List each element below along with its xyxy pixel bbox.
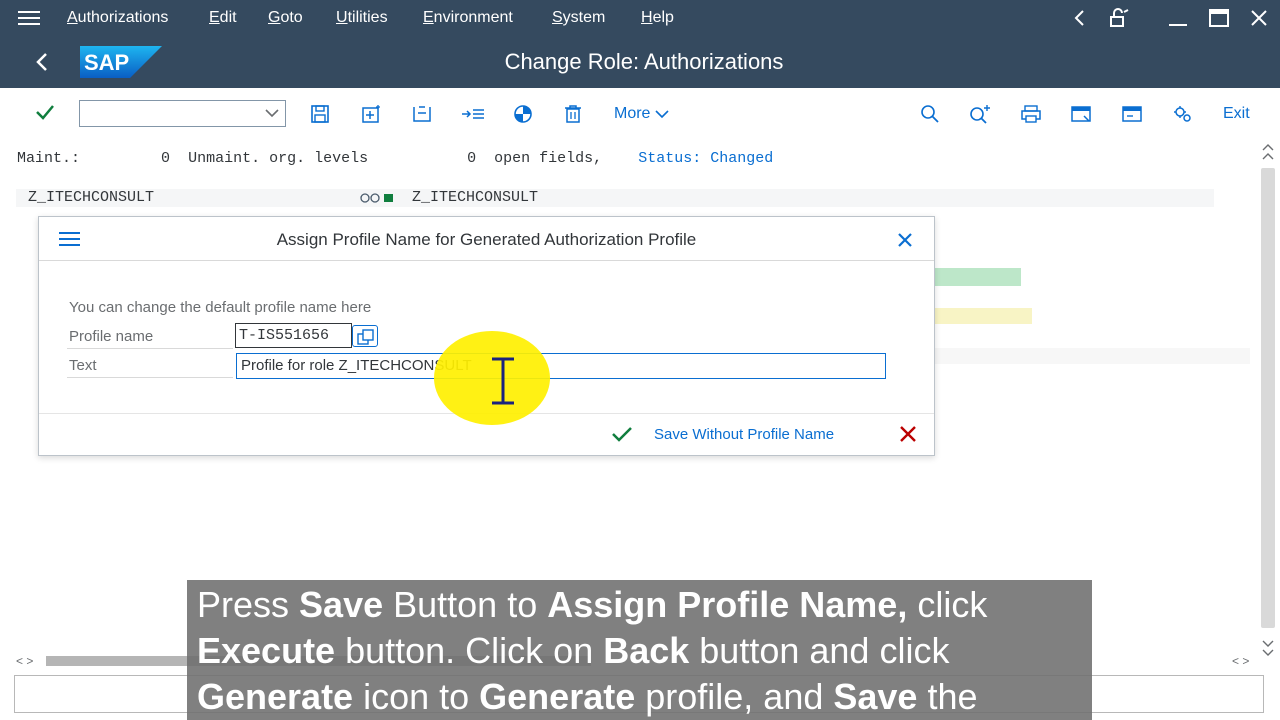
role-name-left[interactable]: Z_ITECHCONSULT bbox=[28, 189, 154, 206]
text-cursor-icon bbox=[489, 356, 517, 406]
search-next-icon[interactable] bbox=[968, 104, 992, 124]
vertical-scrollbar[interactable] bbox=[1257, 142, 1279, 662]
dialog-hint: You can change the default profile name … bbox=[69, 299, 372, 316]
window-new-icon[interactable] bbox=[1121, 104, 1143, 124]
vertical-scroll-thumb[interactable] bbox=[1261, 168, 1275, 628]
caption-segment: icon to bbox=[353, 676, 480, 717]
caption-segment: Back bbox=[603, 630, 690, 671]
settings-icon[interactable] bbox=[1172, 104, 1194, 124]
caption-segment: Save bbox=[299, 584, 384, 625]
maint-label: Maint.: bbox=[17, 150, 81, 167]
command-field[interactable] bbox=[79, 100, 286, 127]
caption-segment: button. Click on bbox=[335, 630, 604, 671]
window-icon[interactable] bbox=[1070, 104, 1092, 124]
caption-segment: click bbox=[907, 584, 988, 625]
more-button[interactable]: More bbox=[614, 105, 669, 123]
menu-bar: Authorizations Edit Goto Utilities Envir… bbox=[0, 0, 1280, 36]
status-line: Maint.: 0 Unmaint. org. levels 0 open fi… bbox=[17, 150, 773, 167]
chevron-down-icon bbox=[655, 110, 669, 118]
print-icon[interactable] bbox=[1020, 104, 1042, 124]
caption-segment: Generate bbox=[479, 676, 636, 717]
open-icon[interactable] bbox=[411, 104, 433, 124]
lock-icon[interactable] bbox=[1109, 8, 1131, 28]
save-without-profile-name-button[interactable]: Save Without Profile Name bbox=[654, 426, 834, 443]
search-icon[interactable] bbox=[919, 104, 941, 124]
label-divider bbox=[67, 377, 233, 378]
caption-segment: Execute bbox=[197, 630, 336, 671]
yellow-status-bar bbox=[934, 308, 1032, 324]
menu-system[interactable]: System bbox=[552, 9, 605, 27]
menu-edit[interactable]: Edit bbox=[209, 9, 237, 27]
menu-environment[interactable]: Environment bbox=[423, 9, 513, 27]
caption-segment: the bbox=[917, 676, 978, 717]
save-as-icon[interactable] bbox=[360, 104, 382, 124]
video-caption: Press Save Button to Assign Profile Name… bbox=[187, 580, 1092, 720]
unmaint-label: Unmaint. org. levels bbox=[188, 150, 369, 167]
caption-segment: Button to bbox=[383, 584, 548, 625]
pie-icon[interactable] bbox=[512, 104, 534, 124]
dialog-header: Assign Profile Name for Generated Author… bbox=[39, 217, 934, 261]
status-changed: Status: Changed bbox=[638, 150, 774, 167]
profile-text-field[interactable]: Profile for role Z_ITECHCONSULT bbox=[236, 353, 886, 379]
profile-name-label: Profile name bbox=[69, 328, 154, 345]
maint-count: 0 bbox=[161, 150, 171, 167]
chevron-left-icon[interactable] bbox=[1072, 8, 1088, 28]
caption-segment: Generate bbox=[197, 676, 354, 717]
status-lights-icon bbox=[360, 192, 396, 204]
close-icon[interactable] bbox=[897, 232, 913, 248]
checkmark-icon[interactable] bbox=[611, 425, 633, 443]
role-name-right: Z_ITECHCONSULT bbox=[412, 189, 539, 206]
scroll-right-icon[interactable]: < > bbox=[1232, 654, 1249, 668]
title-bar: Change Role: Authorizations SAP bbox=[0, 36, 1280, 88]
minimize-icon[interactable] bbox=[1167, 8, 1189, 28]
cancel-icon[interactable] bbox=[899, 425, 917, 443]
profile-name-field[interactable]: T-IS551656 bbox=[235, 323, 352, 348]
tree-row bbox=[934, 348, 1250, 364]
execute-icon[interactable] bbox=[460, 104, 486, 124]
save-icon[interactable] bbox=[310, 104, 330, 124]
role-row bbox=[16, 189, 1214, 207]
scroll-up-icon bbox=[1262, 144, 1274, 160]
close-icon[interactable] bbox=[1249, 8, 1269, 28]
caption-segment: Save bbox=[833, 676, 918, 717]
menu-goto[interactable]: Goto bbox=[268, 9, 303, 27]
label-divider bbox=[67, 348, 233, 349]
chevron-down-icon[interactable] bbox=[265, 108, 279, 118]
value-help-icon[interactable] bbox=[352, 325, 378, 347]
menu-authorizations[interactable]: Authorizations bbox=[67, 9, 168, 27]
back-button[interactable] bbox=[34, 51, 50, 73]
page-title: Change Role: Authorizations bbox=[504, 49, 784, 74]
open-count: 0 bbox=[467, 150, 477, 167]
dialog-title: Assign Profile Name for Generated Author… bbox=[276, 230, 697, 249]
delete-icon[interactable] bbox=[563, 104, 583, 124]
menu-help[interactable]: Help bbox=[641, 9, 674, 27]
maximize-icon[interactable] bbox=[1208, 8, 1230, 28]
caption-segment: Press bbox=[197, 584, 300, 625]
sap-logo: SAP bbox=[80, 46, 162, 78]
caption-segment: Assign Profile Name, bbox=[547, 584, 908, 625]
menu-icon[interactable] bbox=[18, 9, 40, 27]
caption-segment: profile, and bbox=[635, 676, 834, 717]
exit-button[interactable]: Exit bbox=[1223, 105, 1250, 123]
svg-text:SAP: SAP bbox=[84, 50, 129, 75]
checkmark-icon[interactable] bbox=[35, 103, 55, 121]
green-status-bar bbox=[934, 268, 1021, 286]
scroll-down-icon bbox=[1262, 640, 1274, 656]
text-label: Text bbox=[69, 357, 97, 374]
open-fields-label: open fields, bbox=[494, 150, 603, 167]
caption-segment: button and click bbox=[689, 630, 950, 671]
menu-utilities[interactable]: Utilities bbox=[336, 9, 388, 27]
